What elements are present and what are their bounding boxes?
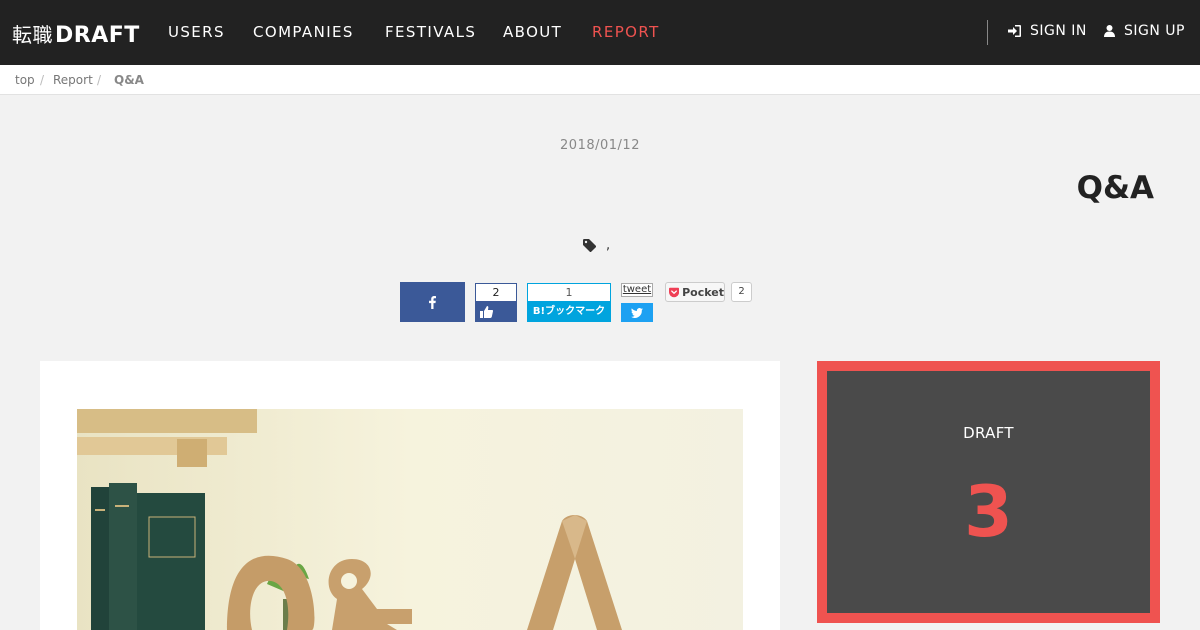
- site-logo[interactable]: 転職DRAFT: [12, 19, 140, 48]
- breadcrumb: top / Report / Q&A: [0, 65, 1200, 95]
- hatena-bookmark-widget[interactable]: 1 B!ブックマーク: [527, 283, 611, 322]
- draft-count: 3: [964, 471, 1013, 553]
- twitter-icon: [631, 307, 643, 318]
- draft-count-widget[interactable]: DRAFT 3: [817, 361, 1160, 623]
- article-date: 2018/01/12: [560, 138, 640, 153]
- article-content: [40, 361, 780, 630]
- nav-about[interactable]: ABOUT: [503, 23, 562, 41]
- nav-users[interactable]: USERS: [168, 23, 225, 41]
- tag-icon: [583, 239, 596, 252]
- logo-en: DRAFT: [55, 23, 140, 48]
- nav-report[interactable]: REPORT: [592, 23, 660, 41]
- user-icon: [1104, 25, 1115, 37]
- sign-in-link[interactable]: SIGN IN: [1008, 23, 1087, 39]
- hatena-count: 1: [527, 283, 611, 302]
- breadcrumb-report[interactable]: Report: [53, 73, 93, 87]
- facebook-like-widget[interactable]: 2: [475, 283, 517, 322]
- draft-count-panel: DRAFT 3: [827, 371, 1150, 613]
- draft-label: DRAFT: [963, 424, 1014, 442]
- sign-up-label: SIGN UP: [1124, 23, 1185, 39]
- tweet-button[interactable]: [621, 303, 653, 322]
- thumbs-up-icon: [480, 306, 493, 318]
- top-navbar: 転職DRAFT USERS COMPANIES FESTIVALS ABOUT …: [0, 0, 1200, 65]
- pocket-count: 2: [731, 282, 752, 302]
- facebook-icon: [429, 295, 436, 309]
- tweet-link[interactable]: tweet: [621, 283, 653, 297]
- nav-companies[interactable]: COMPANIES: [253, 23, 354, 41]
- pocket-label: Pocket: [682, 285, 724, 299]
- sign-in-label: SIGN IN: [1030, 23, 1087, 39]
- breadcrumb-top[interactable]: top: [15, 73, 35, 87]
- sign-up-link[interactable]: SIGN UP: [1104, 23, 1185, 39]
- nav-festivals[interactable]: FESTIVALS: [385, 23, 476, 41]
- hero-illustration: [77, 409, 743, 630]
- article-title: Q&A: [1076, 170, 1154, 206]
- sign-in-icon: [1008, 25, 1021, 37]
- breadcrumb-separator: /: [40, 73, 45, 87]
- tweet-widget[interactable]: tweet: [621, 283, 653, 322]
- pocket-button[interactable]: Pocket: [665, 282, 725, 302]
- breadcrumb-separator: /: [97, 73, 102, 87]
- hatena-bookmark-button[interactable]: B!ブックマーク: [527, 302, 611, 322]
- like-count: 2: [475, 283, 517, 302]
- facebook-share-button[interactable]: [400, 282, 465, 322]
- article-tags: ,: [583, 238, 610, 253]
- pocket-icon: [669, 287, 680, 297]
- tags-text: ,: [606, 238, 611, 253]
- logo-jp: 転職: [12, 23, 53, 47]
- hero-image: [77, 409, 743, 630]
- like-button[interactable]: [475, 302, 517, 322]
- nav-divider: [987, 20, 988, 45]
- breadcrumb-current: Q&A: [114, 73, 144, 87]
